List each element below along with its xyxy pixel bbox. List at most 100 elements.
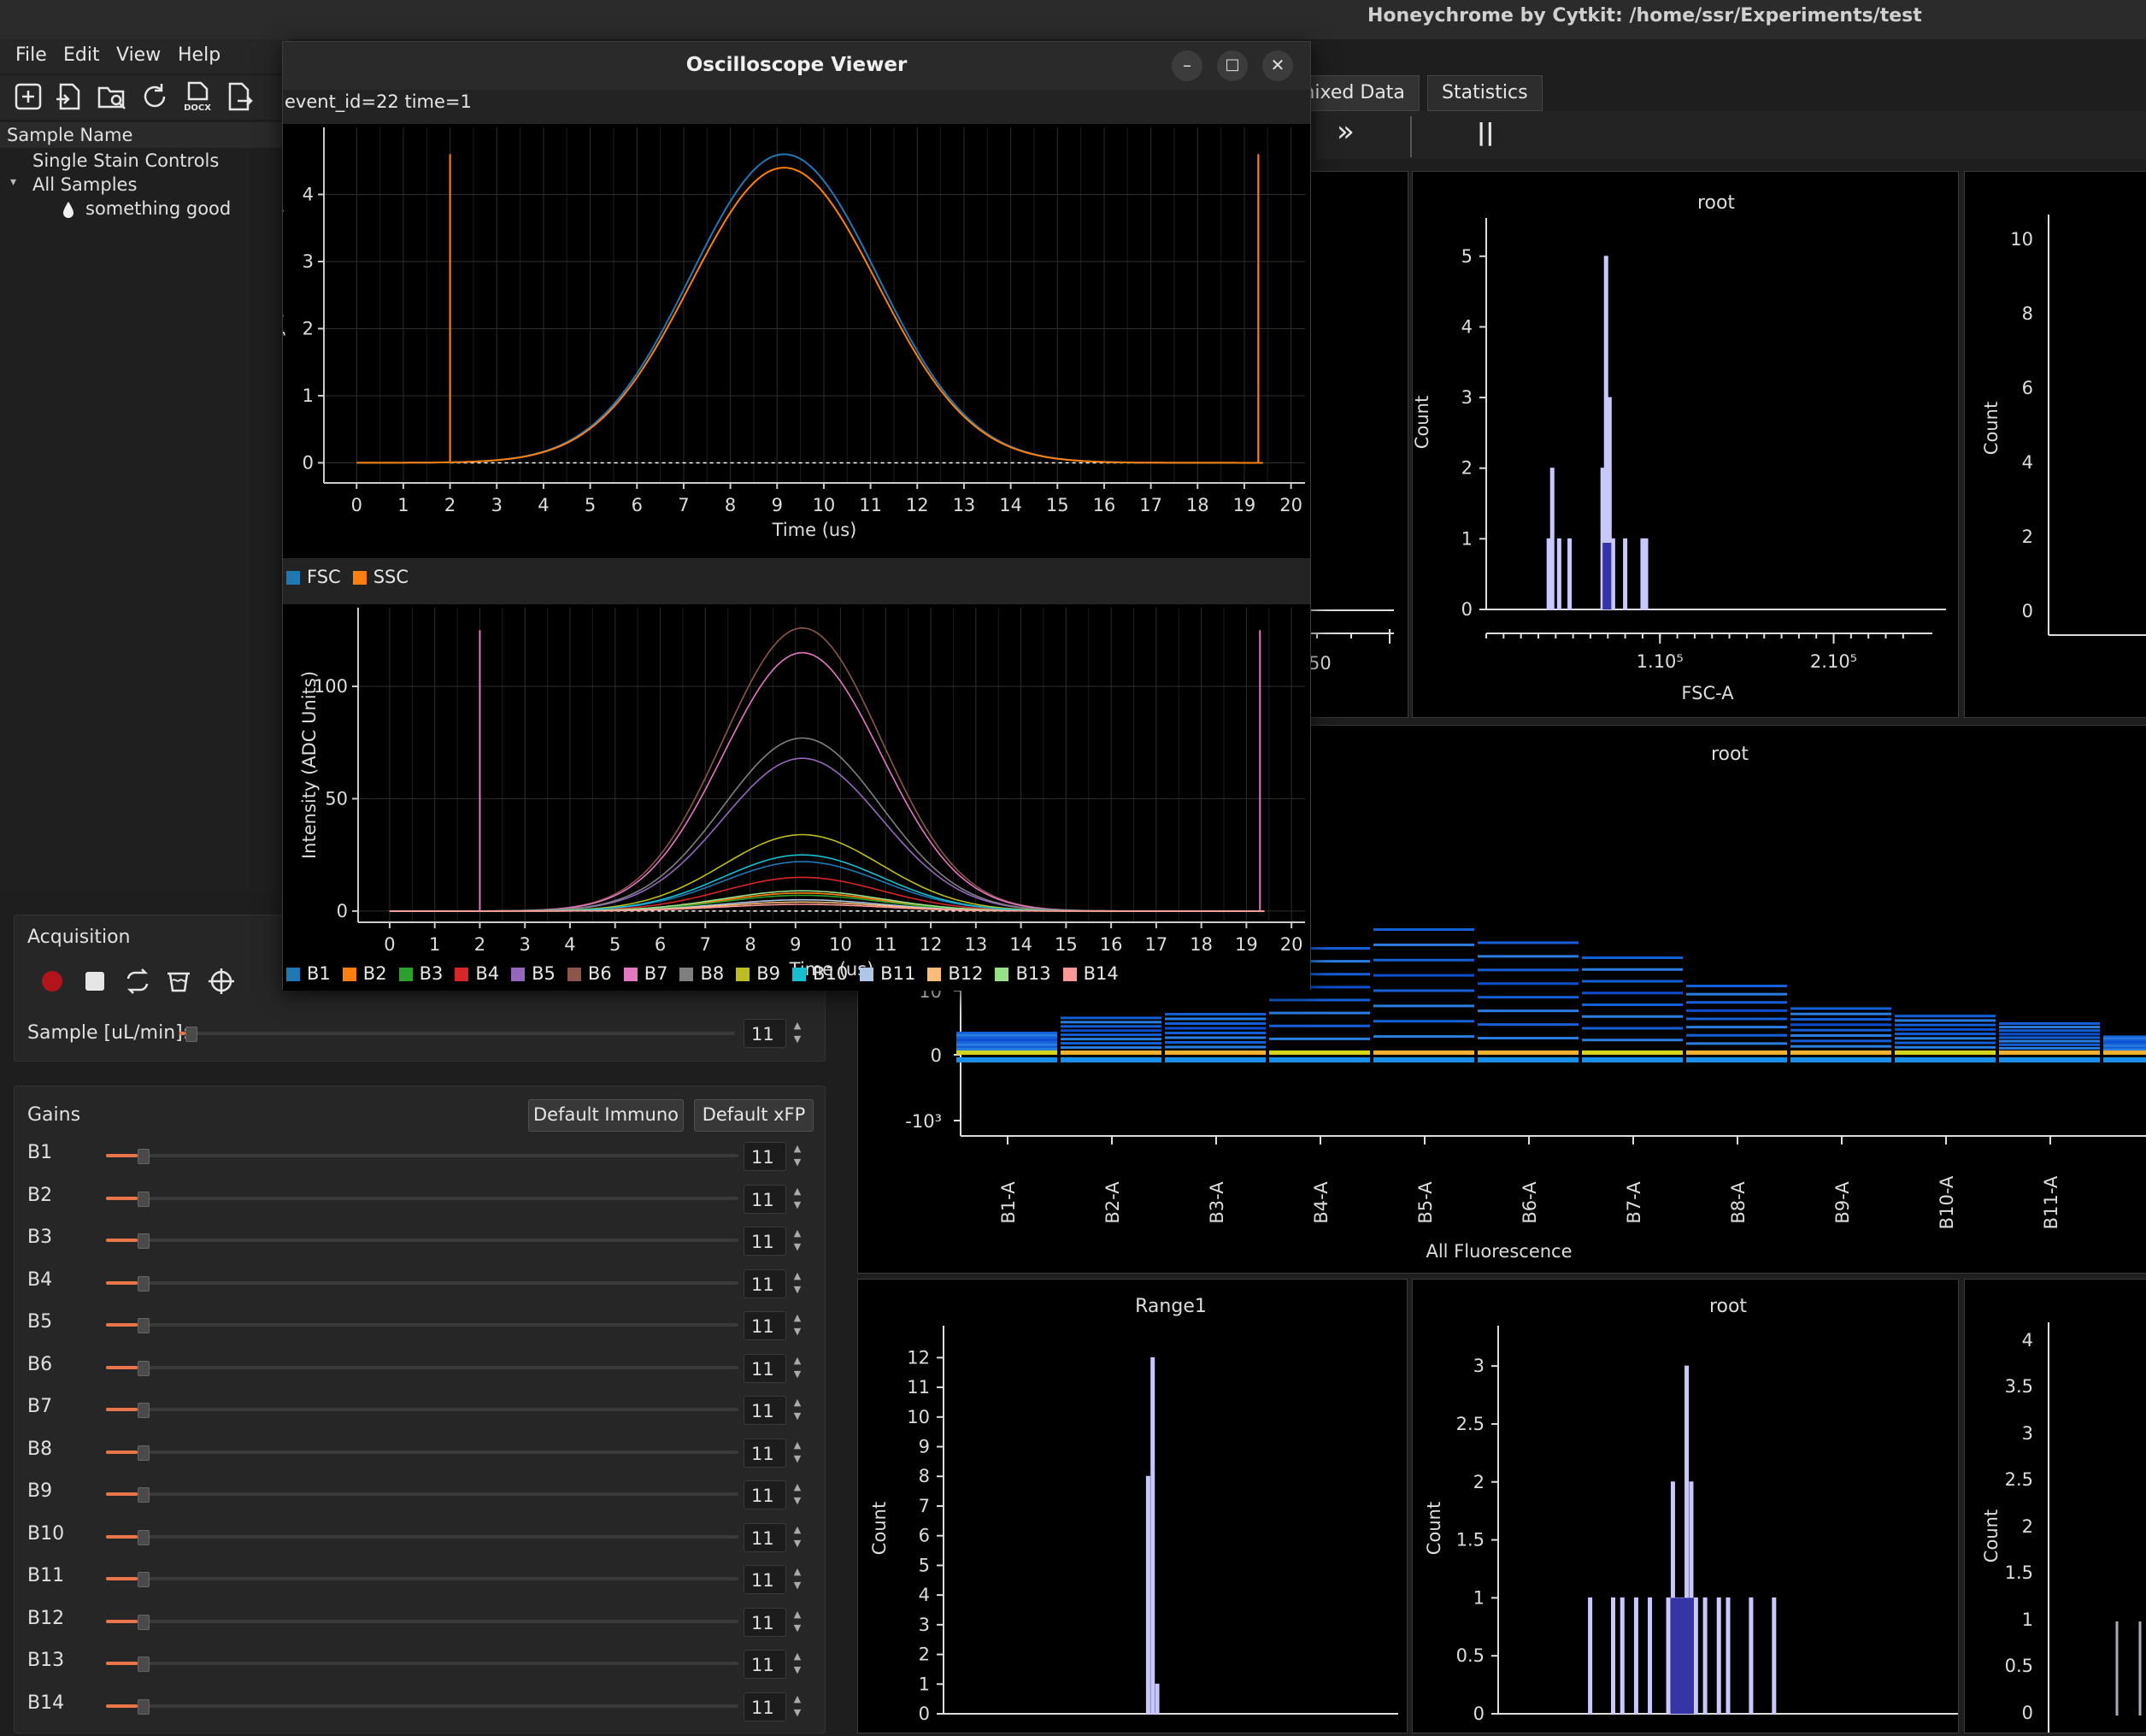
- spin-arrows-icon[interactable]: ▲ ▼: [790, 1480, 805, 1509]
- tree-header[interactable]: Sample Name: [0, 122, 282, 148]
- spin-arrows-icon[interactable]: ▲ ▼: [790, 1354, 805, 1383]
- loop-icon[interactable]: [123, 967, 152, 996]
- gain-spinbox[interactable]: 11: [744, 1227, 786, 1256]
- spin-arrows-icon[interactable]: ▲ ▼: [790, 1269, 805, 1298]
- gain-slider[interactable]: [106, 1323, 738, 1327]
- gain-spinbox[interactable]: 11: [744, 1396, 786, 1425]
- pause-icon[interactable]: ||: [1477, 118, 1494, 146]
- gain-spinbox[interactable]: 11: [744, 1184, 786, 1214]
- minimize-icon[interactable]: –: [1172, 50, 1202, 81]
- sample-rate-slider[interactable]: [179, 1032, 735, 1035]
- gain-spinbox[interactable]: 11: [744, 1565, 786, 1594]
- spin-arrows-icon[interactable]: ▲ ▼: [790, 1142, 805, 1171]
- gain-spinbox[interactable]: 11: [744, 1353, 786, 1383]
- menu-help[interactable]: Help: [178, 44, 220, 66]
- menu-edit[interactable]: Edit: [63, 44, 100, 66]
- plot-pane-top-right[interactable]: 0 2 4 6 8 10 Count: [1964, 171, 2146, 718]
- gain-slider[interactable]: [106, 1619, 738, 1623]
- spin-arrows-icon[interactable]: ▲ ▼: [790, 1650, 805, 1679]
- spin-arrows-icon[interactable]: ▲ ▼: [790, 1608, 805, 1637]
- stop-icon[interactable]: [82, 968, 108, 994]
- gain-spinbox[interactable]: 11: [744, 1142, 786, 1171]
- gain-slider[interactable]: [106, 1280, 738, 1285]
- gain-slider-handle[interactable]: [138, 1191, 150, 1207]
- gain-slider-handle[interactable]: [138, 1487, 150, 1503]
- tab-statistics[interactable]: Statistics: [1427, 75, 1543, 111]
- gain-slider-handle[interactable]: [138, 1275, 150, 1292]
- gain-slider-handle[interactable]: [138, 1657, 150, 1672]
- gain-slider-handle[interactable]: [138, 1318, 150, 1333]
- gain-slider[interactable]: [106, 1450, 738, 1454]
- legend-label: B8: [700, 963, 725, 984]
- spin-arrows-icon[interactable]: ▲ ▼: [790, 1311, 805, 1340]
- new-icon[interactable]: [12, 80, 44, 113]
- gain-slider-handle[interactable]: [138, 1360, 150, 1376]
- fast-forward-icon[interactable]: »: [1337, 115, 1355, 149]
- gain-slider[interactable]: [106, 1239, 738, 1242]
- gain-slider-handle[interactable]: [138, 1572, 150, 1587]
- gain-slider[interactable]: [106, 1704, 738, 1708]
- gain-slider-handle[interactable]: [138, 1698, 150, 1715]
- gain-slider-handle[interactable]: [138, 1149, 150, 1164]
- gain-spinbox[interactable]: 11: [744, 1438, 786, 1468]
- gain-spinbox[interactable]: 11: [744, 1522, 786, 1552]
- record-icon[interactable]: [39, 968, 65, 994]
- y-tick-label: 12: [907, 1347, 930, 1368]
- gain-slider[interactable]: [106, 1534, 738, 1539]
- gain-slider[interactable]: [106, 1196, 738, 1200]
- gain-slider[interactable]: [106, 1492, 738, 1496]
- gain-slider-handle[interactable]: [138, 1233, 150, 1249]
- tree-item-single-stain[interactable]: Single Stain Controls: [32, 150, 219, 171]
- plot-pane-root-2[interactable]: root 0 0.5 1 1.5 2 2.5 3 Count: [1412, 1279, 1959, 1733]
- spin-arrows-icon[interactable]: ▲ ▼: [790, 1396, 805, 1425]
- y-tick: 6: [2022, 378, 2033, 398]
- gain-slider-handle[interactable]: [138, 1445, 150, 1461]
- gain-slider[interactable]: [106, 1577, 738, 1580]
- sample-rate-spinbox[interactable]: 11: [744, 1019, 786, 1048]
- spin-arrows-icon[interactable]: ▲ ▼: [790, 1019, 805, 1048]
- plot-pane-bottom-right[interactable]: 0 0.5 1 1.5 2 2.5 3 3.5 4 Count: [1964, 1279, 2146, 1733]
- x-tick-label: 16: [1100, 934, 1123, 955]
- import-icon[interactable]: [53, 80, 85, 113]
- gain-spinbox[interactable]: 11: [744, 1650, 786, 1679]
- spin-arrows-icon[interactable]: ▲ ▼: [790, 1692, 805, 1721]
- spin-arrows-icon[interactable]: ▲ ▼: [790, 1185, 805, 1214]
- tree-item-all-samples[interactable]: All Samples: [32, 174, 137, 195]
- spin-arrows-icon[interactable]: ▲ ▼: [790, 1523, 805, 1552]
- close-icon[interactable]: ✕: [1262, 50, 1293, 81]
- docx-icon[interactable]: DOCX: [181, 80, 214, 113]
- expand-arrow-icon[interactable]: ▾: [10, 175, 16, 189]
- menu-view[interactable]: View: [116, 44, 161, 66]
- spin-arrows-icon[interactable]: ▲ ▼: [790, 1439, 805, 1468]
- menu-file[interactable]: File: [15, 44, 47, 66]
- export-icon[interactable]: [224, 80, 256, 113]
- maximize-icon[interactable]: □: [1217, 50, 1248, 81]
- gain-slider[interactable]: [106, 1154, 738, 1157]
- gain-slider-handle[interactable]: [138, 1529, 150, 1545]
- gain-spinbox[interactable]: 11: [744, 1607, 786, 1637]
- plot-pane-range1[interactable]: Range1 0 1 2 3 4 5 6 7 8 9 10 11 12 Count: [857, 1279, 1408, 1733]
- gain-slider-handle[interactable]: [138, 1614, 150, 1630]
- gain-spinbox[interactable]: 11: [744, 1311, 786, 1340]
- default-xfp-button[interactable]: Default xFP: [694, 1099, 814, 1132]
- gain-spinbox[interactable]: 11: [744, 1480, 786, 1509]
- gain-slider-handle[interactable]: [138, 1403, 150, 1418]
- spin-arrows-icon[interactable]: ▲ ▼: [790, 1227, 805, 1256]
- gain-slider[interactable]: [106, 1408, 738, 1411]
- tree-item-something-good[interactable]: something good: [85, 198, 231, 219]
- wash-icon[interactable]: [164, 967, 193, 996]
- gain-spinbox[interactable]: 11: [744, 1692, 786, 1721]
- x-tick-label: 17: [1145, 934, 1168, 955]
- refresh-icon[interactable]: [138, 80, 171, 113]
- x-axis-label: Time (us): [772, 520, 857, 540]
- gain-spinbox[interactable]: 11: [744, 1268, 786, 1298]
- gain-slider[interactable]: [106, 1365, 738, 1369]
- gain-slider[interactable]: [106, 1662, 738, 1665]
- search-folder-icon[interactable]: [96, 80, 128, 113]
- spin-arrows-icon[interactable]: ▲ ▼: [790, 1565, 805, 1594]
- sample-rate-slider-handle[interactable]: [185, 1027, 197, 1042]
- default-immuno-button[interactable]: Default Immuno: [528, 1099, 684, 1132]
- legend-bar: [283, 560, 1310, 601]
- plot-pane-root-fsc[interactable]: root 0 1 2 3 4 5 Count 1.10⁵ 2.10⁵ FSC-A: [1412, 171, 1959, 718]
- calibrate-icon[interactable]: [207, 967, 236, 996]
